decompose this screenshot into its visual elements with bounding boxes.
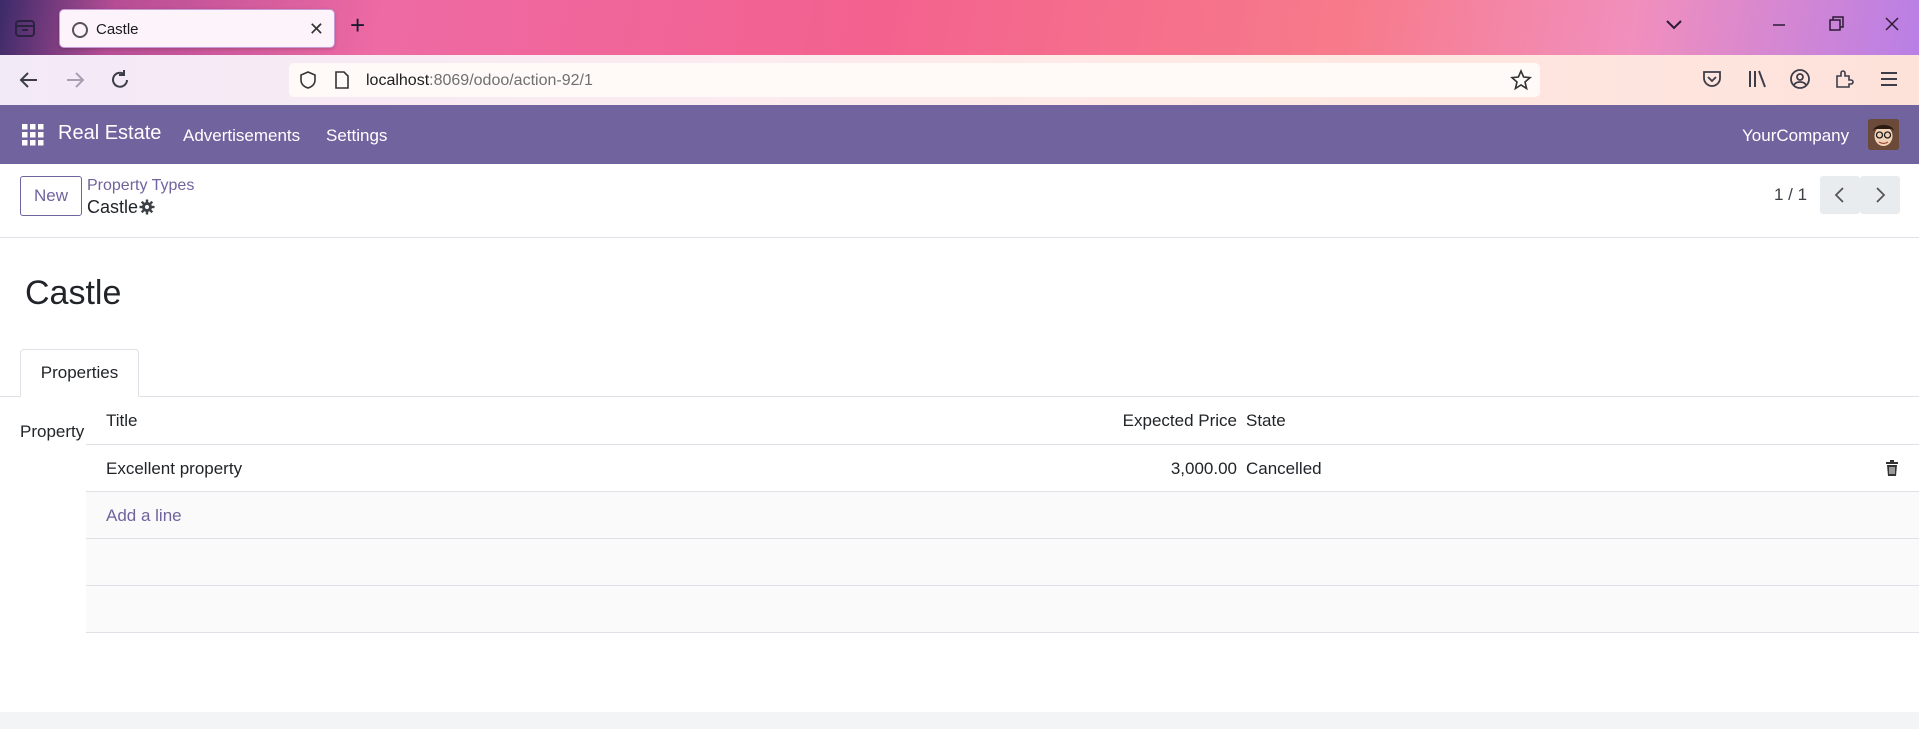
property-field-label: Property (20, 422, 85, 441)
browser-nav-bar: localhost:8069/odoo/action-92/1 (0, 55, 1919, 105)
empty-row (86, 539, 1919, 586)
extensions-icon[interactable] (1832, 67, 1858, 93)
shield-icon[interactable] (298, 70, 318, 95)
breadcrumb-current: Castle (87, 197, 139, 217)
reload-icon[interactable] (107, 67, 133, 93)
tab-properties[interactable]: Properties (20, 349, 139, 397)
pager-previous-button[interactable] (1820, 176, 1860, 214)
apps-grid-icon[interactable] (22, 124, 44, 146)
minimize-icon[interactable] (1769, 14, 1789, 40)
url-path: :8069/odoo/action-92/1 (429, 72, 593, 89)
avatar[interactable] (1868, 119, 1899, 150)
close-tab-icon[interactable]: ✕ (309, 19, 324, 40)
add-line-link[interactable]: Add a line (106, 506, 182, 526)
tab-list-icon[interactable] (12, 15, 38, 41)
loading-icon (72, 22, 88, 38)
close-window-icon[interactable] (1882, 14, 1902, 40)
page-info-icon[interactable] (333, 70, 351, 95)
pocket-icon[interactable] (1700, 67, 1726, 93)
forward-icon[interactable] (62, 67, 88, 93)
restore-icon[interactable] (1826, 14, 1846, 40)
pager-next-button[interactable] (1860, 176, 1900, 214)
library-icon[interactable] (1745, 67, 1771, 93)
row-expected-price[interactable]: 3,000.00 (1171, 459, 1237, 479)
back-icon[interactable] (16, 67, 42, 93)
url-host: localhost (366, 72, 430, 89)
breadcrumb-parent[interactable]: Property Types (87, 177, 194, 195)
url-text[interactable]: localhost:8069/odoo/action-92/1 (366, 72, 593, 90)
pager-value[interactable]: 1 / 1 (1774, 185, 1807, 205)
company-switcher[interactable]: YourCompany (1742, 126, 1849, 146)
browser-tab[interactable]: Castle ✕ (59, 9, 335, 48)
new-button[interactable]: New (20, 176, 82, 216)
add-line-row: Add a line (86, 492, 1919, 539)
row-title[interactable]: Excellent property (106, 459, 242, 479)
menu-icon[interactable] (1877, 67, 1903, 93)
browser-tab-bar: Castle ✕ + (0, 0, 1919, 55)
chevron-down-icon[interactable] (1664, 14, 1684, 40)
new-tab-icon[interactable]: + (350, 12, 365, 38)
record-title[interactable]: Castle (25, 274, 121, 313)
bookmark-star-icon[interactable] (1510, 68, 1532, 96)
table-header: Title Expected Price State (86, 397, 1919, 445)
gear-icon[interactable] (139, 199, 155, 215)
app-brand[interactable]: Real Estate (58, 122, 161, 145)
url-bar[interactable]: localhost:8069/odoo/action-92/1 (289, 63, 1540, 97)
tab-title: Castle (96, 21, 139, 38)
column-header-state[interactable]: State (1246, 411, 1286, 431)
trash-icon[interactable] (1883, 459, 1901, 477)
control-panel: New Property Types Castle 1 / 1 (0, 164, 1919, 238)
menu-settings[interactable]: Settings (326, 126, 387, 146)
empty-row (86, 586, 1919, 633)
account-icon[interactable] (1788, 67, 1814, 93)
app-navbar: Real Estate Advertisements Settings Your… (0, 105, 1919, 164)
table-row[interactable]: Excellent property 3,000.00 Cancelled (86, 445, 1919, 492)
column-header-title[interactable]: Title (106, 411, 138, 431)
form-sheet: Castle Properties Property Title Expecte… (0, 238, 1919, 712)
row-state[interactable]: Cancelled (1246, 459, 1322, 479)
column-header-expected-price[interactable]: Expected Price (1123, 411, 1237, 431)
property-list-table: Title Expected Price State Excellent pro… (86, 397, 1919, 633)
menu-advertisements[interactable]: Advertisements (183, 126, 300, 146)
page-bottom (0, 712, 1919, 729)
